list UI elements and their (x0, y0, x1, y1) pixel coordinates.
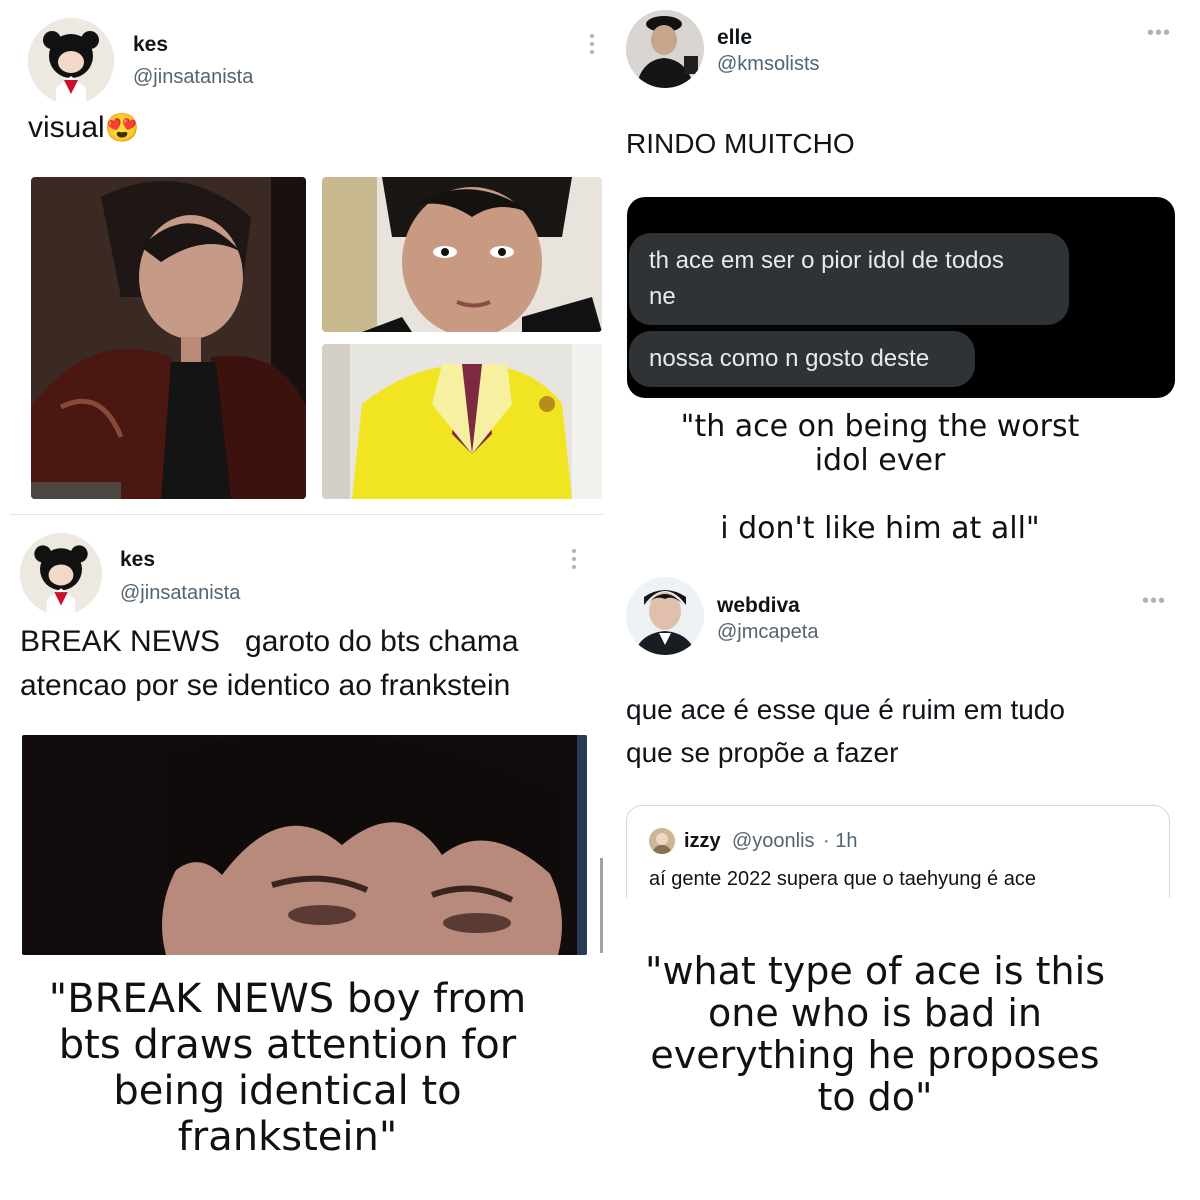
quote-display-name[interactable]: izzy (684, 830, 721, 853)
photo-closeup-icon (322, 177, 602, 332)
avatar[interactable] (649, 828, 675, 854)
quote-timestamp: · 1h (823, 830, 858, 852)
heart-eyes-emoji-icon: 😍 (104, 112, 140, 143)
user-handle[interactable]: @kmsolists (717, 53, 820, 76)
avatar[interactable] (20, 533, 102, 615)
translation-caption: "th ace on being the worst idol ever i d… (680, 409, 1080, 546)
chat-bubble: nossa como n gosto deste (629, 331, 975, 387)
tweet-text-content: visual (28, 111, 105, 144)
tweet-photo-leather-jacket[interactable] (31, 177, 306, 499)
scrollbar[interactable] (600, 858, 603, 953)
photo-leather-jacket-icon (31, 177, 306, 499)
user-handle[interactable]: @jinsatanista (120, 582, 240, 605)
quote-text: aí gente 2022 supera que o taehyung é ac… (649, 868, 1036, 890)
photo-yellow-suit-icon (322, 344, 602, 499)
avatar[interactable] (626, 577, 704, 655)
avatar-person-icon (626, 577, 704, 655)
user-handle[interactable]: @jinsatanista (133, 66, 253, 89)
tweet-photo-closeup[interactable] (322, 177, 602, 332)
avatar-figure-icon (28, 18, 114, 104)
more-options-icon[interactable] (572, 549, 578, 573)
user-handle[interactable]: @jmcapeta (717, 621, 818, 644)
more-options-icon[interactable]: ••• (1142, 590, 1166, 613)
tweet-photo-face-closeup[interactable] (22, 735, 587, 955)
display-name[interactable]: kes (133, 33, 168, 57)
separator-line (10, 514, 604, 515)
translation-caption: "what type of ace is this one who is bad… (645, 949, 1105, 1119)
tweet-text-line: que se propõe a fazer (626, 737, 899, 768)
display-name[interactable]: kes (120, 548, 155, 572)
tweet-text-line: BREAK NEWS garoto do bts chama (20, 625, 519, 658)
photo-face-closeup-icon (22, 735, 587, 955)
avatar-person-icon (649, 828, 675, 854)
display-name[interactable]: webdiva (717, 594, 800, 618)
tweet-text-line: atencao por se identico ao frankstein (20, 669, 511, 702)
avatar[interactable] (28, 18, 114, 104)
tweet-text-line: que ace é esse que é ruim em tudo (626, 694, 1065, 725)
chat-bubble: th ace em ser o pior idol de todos ne (629, 233, 1069, 325)
quote-user-handle[interactable]: @yoonlis (732, 830, 815, 853)
tweet-text: visual😍 (28, 106, 140, 150)
display-name[interactable]: elle (717, 26, 752, 50)
more-options-icon[interactable] (590, 34, 596, 58)
chat-screenshot: th ace em ser o pior idol de todos ne no… (627, 197, 1175, 398)
tweet-photo-yellow-suit[interactable] (322, 344, 602, 499)
more-options-icon[interactable]: ••• (1147, 22, 1171, 45)
avatar-person-icon (626, 10, 704, 88)
tweet-text: RINDO MUITCHO (626, 128, 855, 159)
translation-caption: "BREAK NEWS boy from bts draws attention… (48, 976, 527, 1160)
avatar-figure-icon (20, 533, 102, 615)
avatar[interactable] (626, 10, 704, 88)
quote-tweet[interactable]: izzy @yoonlis · 1h aí gente 2022 supera … (626, 805, 1170, 898)
